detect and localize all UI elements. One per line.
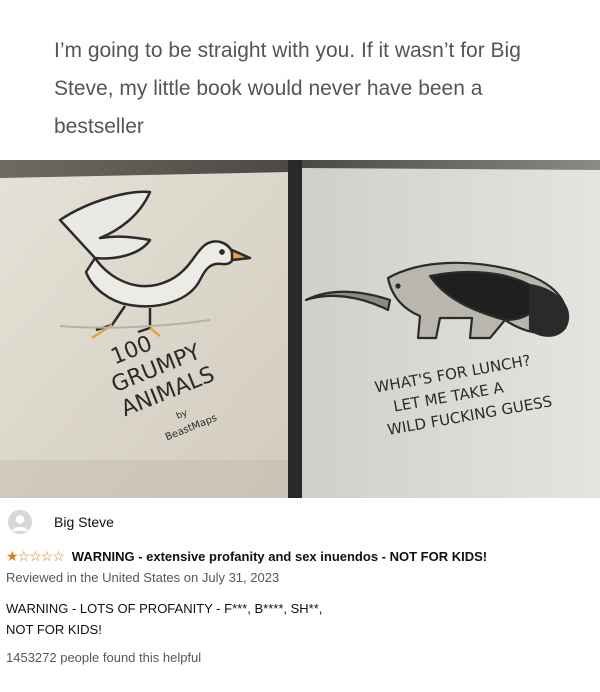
review-date: Reviewed in the United States on July 31… [6, 570, 280, 585]
review-title[interactable]: WARNING - extensive profanity and sex in… [72, 549, 487, 564]
review-title-row: ★☆☆☆☆ WARNING - extensive profanity and … [6, 548, 487, 565]
book-photo: 100 GRUMPY ANIMALS by BeastMaps WHAT'S F… [0, 160, 600, 498]
review-body-line-2: NOT FOR KIDS! [6, 622, 102, 637]
reviewer: Big Steve [8, 510, 114, 534]
post-caption: I’m going to be straight with you. If it… [54, 39, 521, 138]
star-rating-icon: ★☆☆☆☆ [6, 548, 65, 564]
avatar-icon[interactable] [8, 510, 32, 534]
right-book-page: WHAT'S FOR LUNCH? LET ME TAKE A WILD FUC… [302, 168, 600, 498]
left-book-page: 100 GRUMPY ANIMALS by BeastMaps [0, 172, 290, 498]
helpful-count: 1453272 people found this helpful [6, 650, 202, 665]
review-body-line-1: WARNING - LOTS OF PROFANITY - F***, B***… [6, 601, 323, 616]
review-body: WARNING - LOTS OF PROFANITY - F***, B***… [6, 598, 566, 640]
reviewer-name[interactable]: Big Steve [54, 514, 114, 530]
